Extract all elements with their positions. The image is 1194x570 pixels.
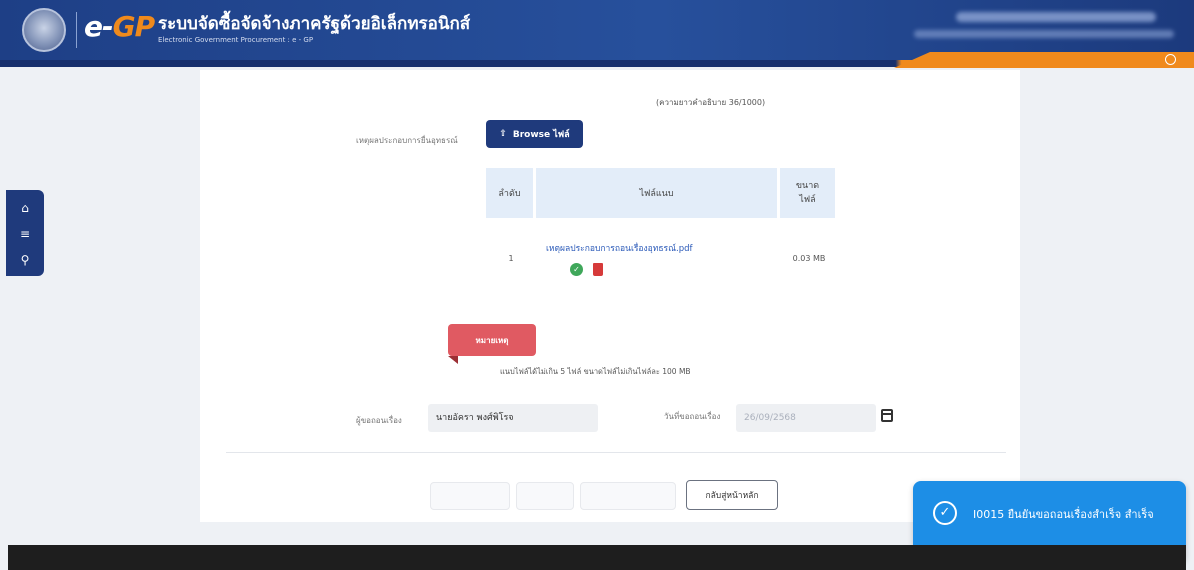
table-row: 1 เหตุผลประกอบการถอนเรื่องอุทธรณ์.pdf ✓ … [486, 218, 838, 298]
char-count: (ความยาวคำอธิบาย 36/1000) [656, 98, 766, 107]
row-file-cell: เหตุผลประกอบการถอนเรื่องอุทธรณ์.pdf ✓ [536, 218, 780, 298]
logout-icon[interactable] [1165, 54, 1176, 65]
logo-gp: GP [112, 10, 156, 43]
egp-logo: e-GP [84, 10, 156, 50]
faded-button-1 [430, 482, 510, 510]
toast-message: I0015 ยืนยันขอถอนเรื่องสำเร็จ สำเร็จ [973, 508, 1154, 521]
note-tag-fold [448, 356, 458, 364]
note-text: แนบไฟล์ได้ไม่เกิน 5 ไฟล์ ขนาดไฟล์ไม่เกิน… [500, 367, 691, 376]
site-title-english: Electronic Government Procurement : e - … [158, 36, 314, 44]
home-icon[interactable]: ⌂ [6, 196, 44, 220]
menu-icon[interactable]: ≡ [6, 222, 44, 246]
side-navigation: ⌂ ≡ ⚲ [6, 190, 44, 276]
logo-e: e- [84, 10, 114, 43]
check-circle-icon: ✓ [570, 262, 583, 276]
upload-icon: ⇧ [499, 129, 507, 139]
row-index: 1 [508, 253, 514, 263]
divider-line [226, 452, 1006, 453]
attachments-table: ลำดับ ไฟล์แนบ ขนาด ไฟล์ 1 เหตุผลประกอบกา… [486, 168, 838, 298]
date-tab [894, 52, 1194, 68]
page-footer [8, 545, 1186, 570]
row-size: 0.03 MB [792, 253, 826, 263]
government-crest-logo [22, 8, 66, 52]
file-link[interactable]: เหตุผลประกอบการถอนเรื่องอุทธรณ์.pdf [546, 241, 693, 255]
check-circle-icon: ✓ [933, 501, 957, 525]
browse-button-label: Browse ไฟล์ [512, 130, 570, 140]
header-size: ขนาด ไฟล์ [780, 168, 838, 218]
attach-label: เหตุผลประกอบการยื่นอุทธรณ์ [356, 136, 458, 145]
note-tag: หมายเหตุ [448, 324, 536, 356]
search-icon[interactable]: ⚲ [6, 248, 44, 272]
reporter-field: นายอัครา พงศ์พิโรจ [428, 404, 598, 432]
reporter-label: ผู้ขอถอนเรื่อง [356, 416, 402, 425]
faded-button-2 [516, 482, 574, 510]
withdraw-date-field: 26/09/2568 [736, 404, 876, 432]
withdraw-date-label: วันที่ขอถอนเรื่อง [664, 412, 721, 421]
user-name-blurred [956, 12, 1156, 22]
header-divider [76, 12, 77, 48]
trash-icon[interactable] [593, 262, 603, 276]
faded-button-3 [580, 482, 676, 510]
site-title-thai: ระบบจัดซื้อจัดจ้างภาครัฐด้วยอิเล็กทรอนิก… [158, 14, 471, 34]
header-file: ไฟล์แนบ [536, 168, 780, 218]
user-org-blurred [914, 30, 1174, 38]
browse-file-button[interactable]: ⇧ Browse ไฟล์ [486, 120, 583, 148]
calendar-icon[interactable] [881, 409, 893, 422]
back-to-home-button[interactable]: กลับสู่หน้าหลัก [686, 480, 778, 510]
header-index: ลำดับ [486, 168, 536, 218]
